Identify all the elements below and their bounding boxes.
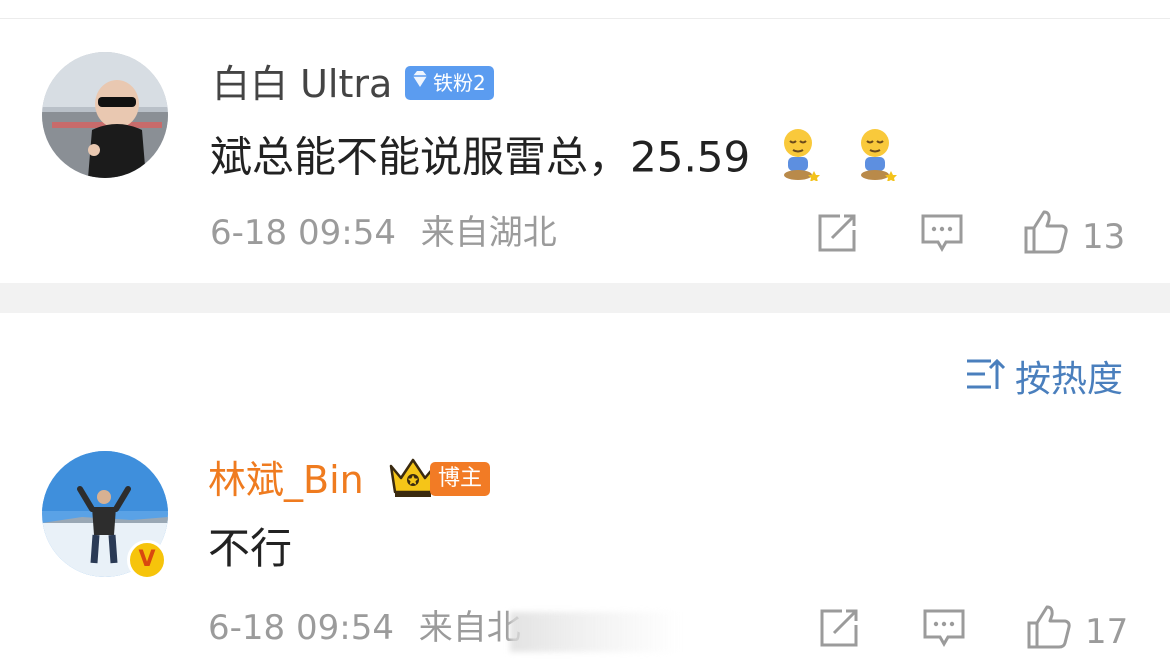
top-divider: [0, 18, 1170, 19]
share-button[interactable]: [816, 212, 858, 263]
comment-icon: [920, 212, 964, 263]
like-button[interactable]: 17: [1025, 603, 1128, 660]
sort-label: 按热度: [1015, 358, 1124, 400]
thumbs-up-icon: [1025, 603, 1073, 660]
share-button[interactable]: [818, 607, 860, 658]
timestamp: 6-18 09:54: [208, 608, 394, 648]
comment-body: 斌总能不能说服雷总，25.59: [210, 132, 751, 182]
sort-icon: [965, 357, 1006, 402]
blogger-badge: 博主: [430, 462, 491, 496]
reply-button[interactable]: [922, 607, 966, 658]
username[interactable]: 林斌_Bin: [208, 458, 364, 502]
comment-meta: 6-18 09:54 来自北: [208, 608, 521, 648]
comment-meta: 6-18 09:54 来自湖北: [210, 213, 557, 253]
like-button[interactable]: 13: [1022, 208, 1125, 265]
share-icon: [818, 607, 860, 658]
comment-text: 斌总能不能说服雷总，25.59: [210, 127, 901, 193]
like-count: 13: [1082, 216, 1126, 257]
comment-icon: [922, 607, 966, 658]
sleepy-face-emoji-icon: [778, 127, 824, 193]
diamond-icon: [409, 66, 431, 100]
blurred-region: [510, 612, 680, 652]
share-icon: [816, 212, 858, 263]
verified-v-icon: V: [127, 540, 167, 580]
comment-text: 不行: [208, 524, 293, 573]
fan-level-badge: 铁粉2: [405, 66, 494, 100]
thumbs-up-icon: [1022, 208, 1070, 265]
reply-button[interactable]: [920, 212, 964, 263]
avatar[interactable]: [42, 52, 168, 178]
username[interactable]: 白白 Ultra: [212, 62, 392, 106]
location: 来自湖北: [420, 213, 557, 253]
like-count: 17: [1085, 611, 1129, 652]
location: 来自北: [418, 608, 521, 648]
badge-label: 铁粉2: [433, 71, 486, 95]
timestamp: 6-18 09:54: [210, 213, 396, 253]
sleepy-face-emoji-icon: [855, 127, 901, 193]
section-divider: [0, 283, 1170, 313]
sort-by-heat-button[interactable]: 按热度: [965, 357, 1123, 402]
